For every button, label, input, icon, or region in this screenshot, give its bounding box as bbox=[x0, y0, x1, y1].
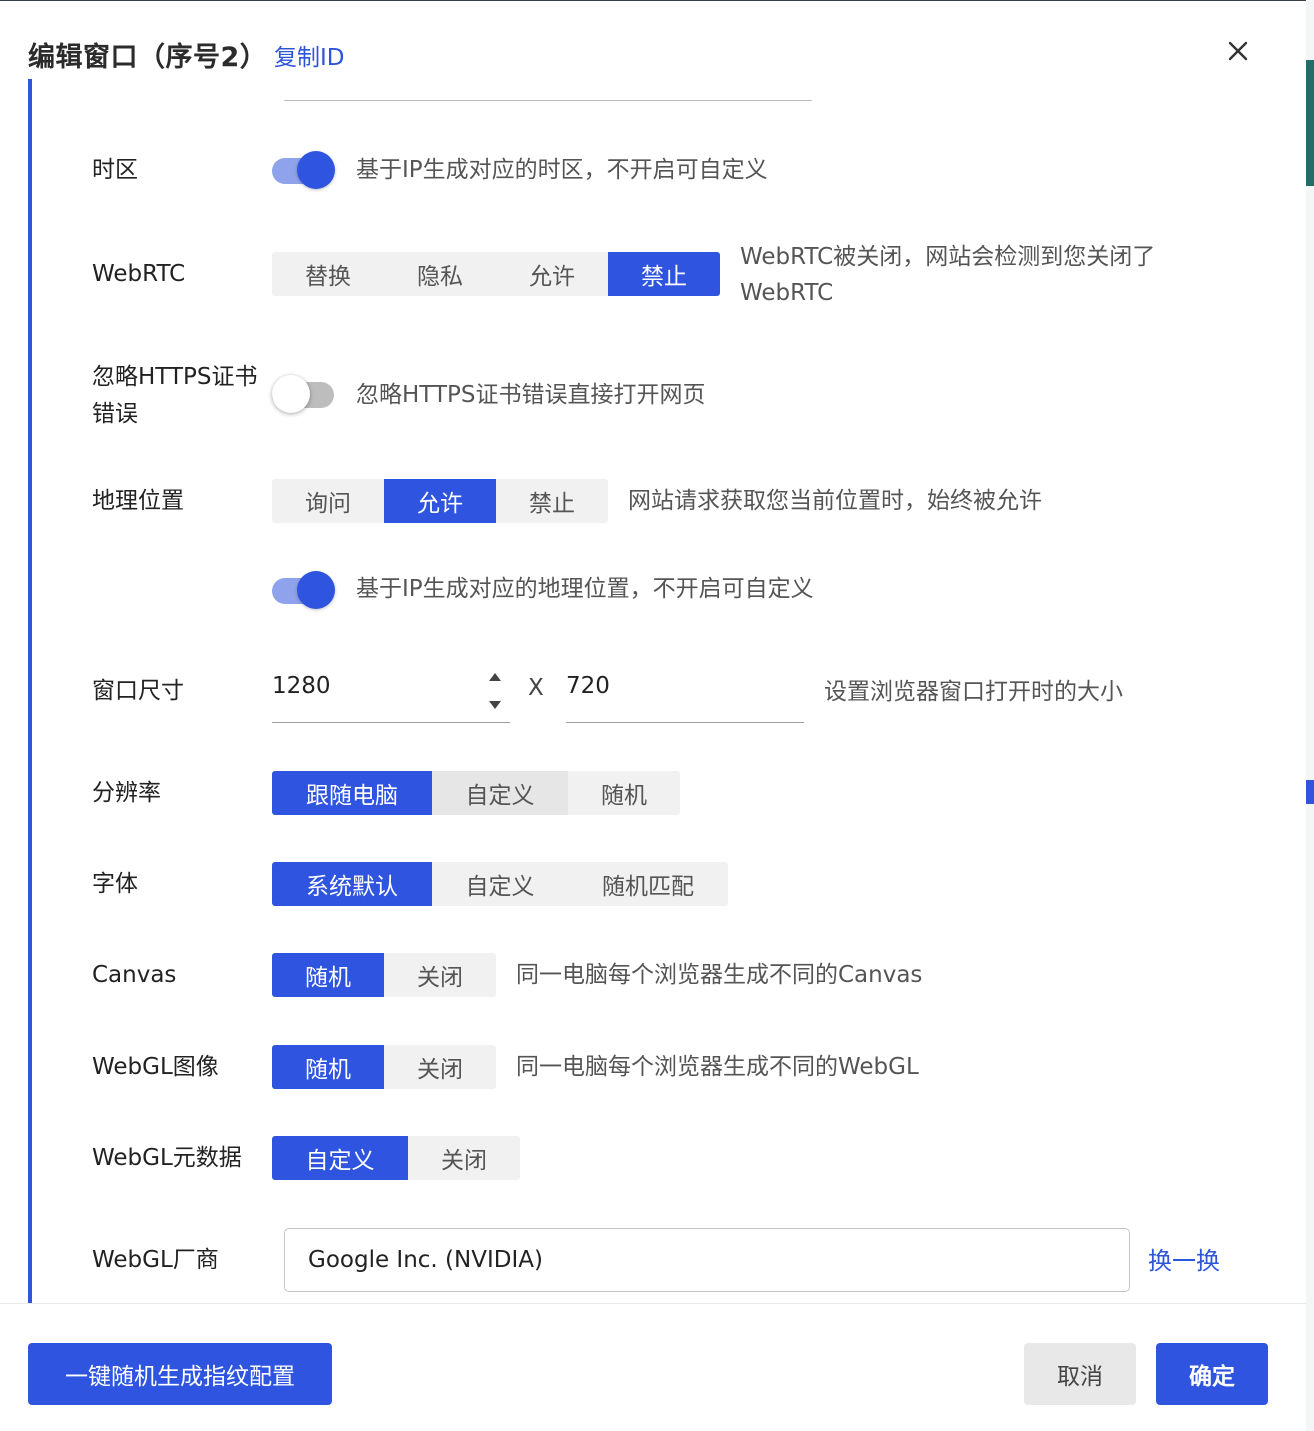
canvas-segmented: 随机 关闭 bbox=[272, 953, 496, 997]
webrtc-option-allow[interactable]: 允许 bbox=[496, 252, 608, 296]
font-label: 字体 bbox=[92, 871, 138, 897]
font-option-system[interactable]: 系统默认 bbox=[272, 862, 432, 906]
timezone-desc: 基于IP生成对应的时区，不开启可自定义 bbox=[356, 157, 768, 183]
resolution-label: 分辨率 bbox=[92, 780, 161, 806]
webgl-image-option-random[interactable]: 随机 bbox=[272, 1045, 384, 1089]
geo-option-allow[interactable]: 允许 bbox=[384, 479, 496, 523]
cancel-button[interactable]: 取消 bbox=[1024, 1343, 1136, 1405]
geo-segmented: 询问 允许 禁止 bbox=[272, 479, 608, 523]
close-icon[interactable] bbox=[1222, 35, 1254, 67]
webrtc-desc-line1: WebRTC被关闭，网站会检测到您关闭了 bbox=[740, 244, 1156, 270]
webrtc-segmented: 替换 隐私 允许 禁止 bbox=[272, 252, 720, 296]
canvas-option-random[interactable]: 随机 bbox=[272, 953, 384, 997]
dialog-title: 编辑窗口（序号2） bbox=[28, 42, 268, 73]
timezone-label: 时区 bbox=[92, 157, 138, 183]
canvas-label: Canvas bbox=[92, 962, 177, 988]
font-option-custom[interactable]: 自定义 bbox=[432, 862, 568, 906]
webgl-image-segmented: 随机 关闭 bbox=[272, 1045, 496, 1089]
toggle-knob bbox=[297, 571, 335, 609]
webgl-image-label: WebGL图像 bbox=[92, 1054, 219, 1080]
webgl-vendor-label: WebGL厂商 bbox=[92, 1247, 219, 1273]
webrtc-option-privacy[interactable]: 隐私 bbox=[384, 252, 496, 296]
webgl-meta-label: WebGL元数据 bbox=[92, 1145, 242, 1171]
window-size-desc: 设置浏览器窗口打开时的大小 bbox=[824, 679, 1123, 705]
https-ignore-toggle[interactable] bbox=[272, 374, 336, 414]
canvas-desc: 同一电脑每个浏览器生成不同的Canvas bbox=[516, 962, 923, 988]
webgl-meta-option-custom[interactable]: 自定义 bbox=[272, 1136, 408, 1180]
random-fingerprint-button[interactable]: 一键随机生成指纹配置 bbox=[28, 1343, 332, 1405]
toggle-knob bbox=[297, 151, 335, 189]
webgl-meta-segmented: 自定义 关闭 bbox=[272, 1136, 520, 1180]
webgl-vendor-swap-link[interactable]: 换一换 bbox=[1148, 1241, 1220, 1276]
webgl-image-desc: 同一电脑每个浏览器生成不同的WebGL bbox=[516, 1054, 919, 1080]
window-height-value: 720 bbox=[566, 673, 610, 699]
font-option-random[interactable]: 随机匹配 bbox=[568, 862, 728, 906]
window-size-label: 窗口尺寸 bbox=[92, 678, 184, 704]
webrtc-desc-line2: WebRTC bbox=[740, 280, 834, 306]
webgl-vendor-input[interactable]: Google Inc. (NVIDIA) bbox=[284, 1228, 1130, 1292]
geo-ip-desc: 基于IP生成对应的地理位置，不开启可自定义 bbox=[356, 576, 814, 602]
webgl-image-option-off[interactable]: 关闭 bbox=[384, 1045, 496, 1089]
resolution-option-follow[interactable]: 跟随电脑 bbox=[272, 771, 432, 815]
geo-desc: 网站请求获取您当前位置时，始终被允许 bbox=[628, 488, 1042, 514]
copy-id-link[interactable]: 复制ID bbox=[274, 38, 345, 72]
geo-option-block[interactable]: 禁止 bbox=[496, 479, 608, 523]
page: 编辑窗口（序号2） 复制ID 时区 基于IP生成对应的时区，不开启可自定义 We… bbox=[0, 0, 1314, 1431]
spin-down-icon[interactable] bbox=[480, 691, 510, 719]
https-label-line1: 忽略HTTPS证书 bbox=[92, 364, 258, 390]
webgl-meta-option-off[interactable]: 关闭 bbox=[408, 1136, 520, 1180]
canvas-option-off[interactable]: 关闭 bbox=[384, 953, 496, 997]
https-desc: 忽略HTTPS证书错误直接打开网页 bbox=[356, 382, 706, 408]
background-app-edge-accent bbox=[1306, 60, 1314, 186]
spin-up-icon[interactable] bbox=[480, 663, 510, 691]
toggle-knob bbox=[272, 375, 310, 413]
resolution-option-custom[interactable]: 自定义 bbox=[432, 771, 568, 815]
footer-divider bbox=[0, 1303, 1306, 1304]
background-app-edge-highlight bbox=[1306, 780, 1314, 804]
webrtc-option-block[interactable]: 禁止 bbox=[608, 252, 720, 296]
timezone-toggle[interactable] bbox=[272, 150, 336, 190]
settings-scroll-area[interactable]: 时区 基于IP生成对应的时区，不开启可自定义 WebRTC 替换 隐私 允许 禁… bbox=[0, 79, 1306, 1303]
confirm-button[interactable]: 确定 bbox=[1156, 1343, 1268, 1405]
https-label-line2: 错误 bbox=[92, 401, 138, 427]
width-spinner bbox=[480, 663, 510, 721]
webrtc-label: WebRTC bbox=[92, 261, 186, 287]
window-width-value: 1280 bbox=[272, 673, 331, 699]
background-app-edge bbox=[1306, 0, 1314, 1431]
partially-scrolled-input bbox=[284, 100, 812, 101]
webrtc-option-replace[interactable]: 替换 bbox=[272, 252, 384, 296]
geo-label: 地理位置 bbox=[92, 488, 184, 514]
window-width-input[interactable]: 1280 bbox=[272, 663, 510, 723]
font-segmented: 系统默认 自定义 随机匹配 bbox=[272, 862, 728, 906]
geo-option-ask[interactable]: 询问 bbox=[272, 479, 384, 523]
geo-ip-toggle[interactable] bbox=[272, 570, 336, 610]
edit-window-dialog: 编辑窗口（序号2） 复制ID 时区 基于IP生成对应的时区，不开启可自定义 We… bbox=[0, 1, 1306, 1431]
resolution-option-random[interactable]: 随机 bbox=[568, 771, 680, 815]
size-separator: X bbox=[528, 675, 544, 701]
resolution-segmented: 跟随电脑 自定义 随机 bbox=[272, 771, 680, 815]
window-height-input[interactable]: 720 bbox=[566, 663, 804, 723]
